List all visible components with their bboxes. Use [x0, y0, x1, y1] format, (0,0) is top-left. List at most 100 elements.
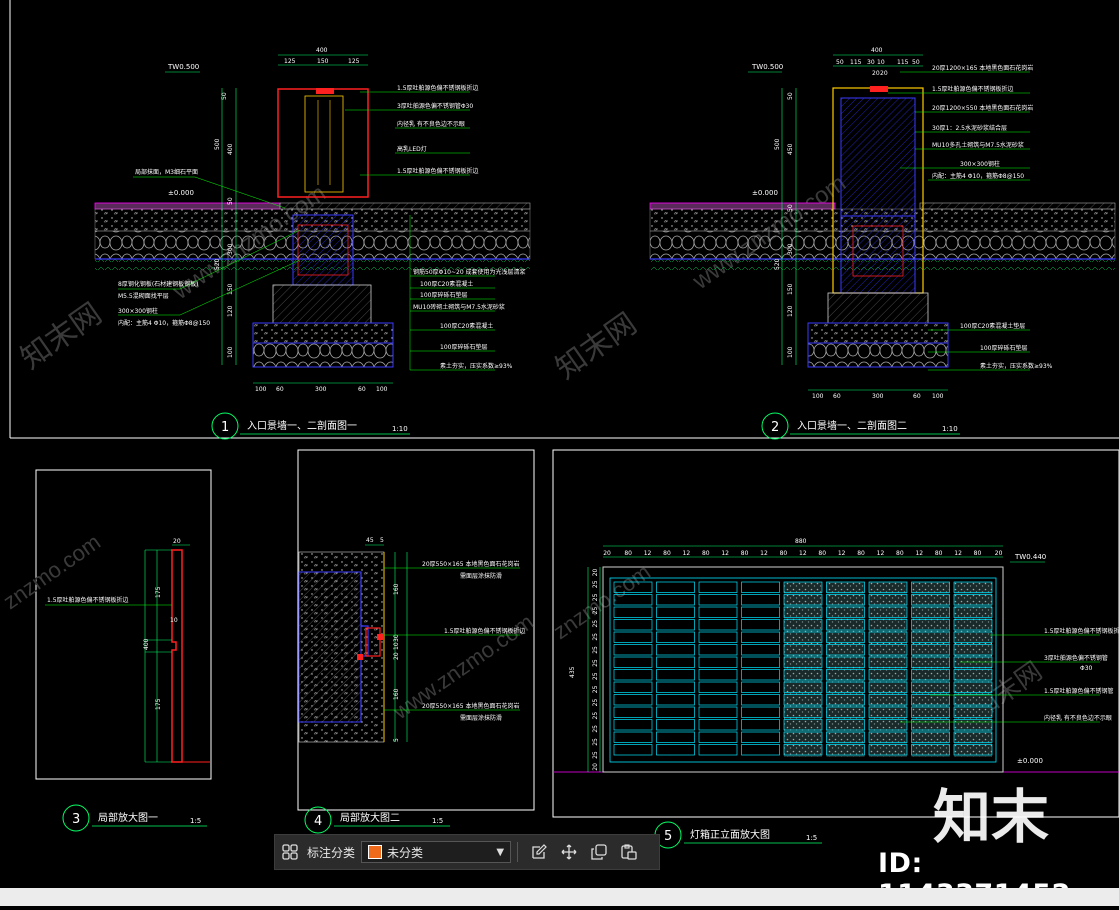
masonry-core [298, 571, 362, 723]
annotation-note: 20厚1200×550 本地黑色面石花岗岩 [932, 104, 1033, 112]
dim-label: 435 [569, 666, 576, 678]
dim-label: 12 [954, 550, 962, 557]
dim-label: 30 [393, 634, 400, 642]
drawing-number: 4 [314, 814, 322, 829]
steel-cap [870, 86, 888, 92]
dim-label: 12 [683, 550, 691, 557]
left-dimension-labels: 20 25 25 25 25 25 25 25 25 25 25 25 25 25 25 20 [592, 568, 599, 770]
annotation-note: 100厚C20素混凝土 [420, 280, 473, 288]
drawing-scale: 1:5 [806, 834, 817, 842]
light-box-slat [698, 619, 738, 631]
annotation-note: 20厚550×165 本地黑色面石花岗岩 [422, 560, 519, 568]
grid-icon[interactable] [275, 837, 305, 867]
footing-gravel [807, 342, 949, 368]
dim-label: 400 [316, 47, 328, 54]
dim-label: 20 [995, 550, 1003, 557]
ground-elevation-label: ±0.000 [168, 189, 194, 197]
annotation-note: 20厚550×165 本地黑色面石花岗岩 [422, 702, 519, 710]
ground-elevation-label: ±0.000 [752, 189, 778, 197]
light-box-slat [741, 644, 780, 656]
annotation-note: 100厚碎砾石垫层 [420, 291, 467, 299]
dim-label: 10 [170, 617, 178, 624]
light-box-slat [613, 706, 653, 718]
light-box-slat [698, 606, 738, 618]
dim-label: 20 [872, 70, 880, 77]
light-box-slat [613, 631, 653, 643]
dim-label: 50 [912, 59, 920, 66]
light-box-slat [741, 619, 780, 631]
dim-label: 20 [880, 70, 888, 77]
dim-label: 12 [915, 550, 923, 557]
annotation-note: 100厚碎砾石垫层 [980, 344, 1027, 352]
light-box-slat [656, 606, 695, 618]
light-box-slat [613, 731, 653, 743]
dim-label: 25 [592, 659, 599, 667]
light-box-slat [656, 581, 695, 593]
dim-label: 175 [155, 586, 162, 598]
watermark-cn: 知末网 [550, 307, 643, 386]
annotation-note: 1.5厚吐舶源色偏不锈钢板折边 [932, 85, 1014, 93]
annotation-note: 钢筋50厚Φ10~20 成套使用为光浅层清浆 [413, 268, 526, 276]
annotation-toolbar: 标注分类 未分类 ▼ [274, 834, 660, 870]
steel-cap [316, 88, 334, 94]
dim-label: 50 [787, 204, 794, 212]
dim-label: 25 [592, 712, 599, 720]
dim-label: 500 [214, 138, 221, 150]
footing-concrete [252, 322, 394, 344]
dim-label: 520 [774, 258, 781, 270]
section-drawing-1: TW0.500 ±0.000 400 125 150 125 50 400 50… [94, 47, 531, 440]
light-box-slat [656, 694, 695, 706]
masonry-core [840, 97, 916, 217]
light-box-slat [613, 644, 653, 656]
dim-label: 520 [214, 258, 221, 270]
annotation-note: 30厚1：2.5水泥砂浆结合层 [932, 124, 1007, 132]
annotation-note: 内配：主筋4 Φ10，箍筋Φ8@150 [932, 172, 1024, 180]
light-box-slat [741, 744, 780, 756]
frame-detail-3 [35, 469, 212, 780]
dim-label: 150 [787, 283, 794, 295]
light-box-slat [741, 694, 780, 706]
dim-label: 20 [592, 763, 599, 771]
dim-label: 115 [850, 59, 862, 66]
paste-icon[interactable] [614, 837, 644, 867]
footing-base [827, 292, 929, 324]
drawing-title: 局部放大图一 [98, 811, 158, 824]
light-box-slat [741, 719, 780, 731]
annotation-note: 内径乳 有不良色边不示眼 [397, 120, 465, 128]
dim-label: 50 [787, 92, 794, 100]
drawing-title: 局部放大图二 [340, 811, 400, 824]
dim-label: 80 [857, 550, 865, 557]
drawing-frames [9, 0, 1119, 818]
elevation-label: TW0.500 [751, 63, 783, 71]
drawing-number: 3 [72, 812, 80, 827]
drawing-title: 入口景墙一、二剖面图一 [247, 419, 357, 432]
wall-light-box [277, 88, 369, 198]
drawing-number: 5 [664, 829, 672, 844]
detail-drawing-3: 20 175 400 10 175 1.5厚吐舶源色偏不锈钢板折边 3 局部放大… [45, 538, 210, 832]
category-color-swatch [368, 845, 383, 859]
light-box-slat [698, 581, 738, 593]
dim-label: 25 [592, 725, 599, 733]
light-box-slat [741, 631, 780, 643]
annotation-note: 1.5厚吐舶源色偏不锈钢板折边 [1044, 627, 1119, 635]
light-box-slat [613, 619, 653, 631]
light-box-slat [698, 644, 738, 656]
annotation-note: 100厚C20素混凝土垫层 [960, 322, 1025, 330]
category-select[interactable]: 未分类 ▼ [361, 841, 512, 863]
copy-icon[interactable] [584, 837, 614, 867]
dim-label: 12 [877, 550, 885, 557]
elevation-label: TW0.500 [167, 63, 199, 71]
annotation-note: 高乳LED灯 [397, 145, 427, 153]
move-icon[interactable] [554, 837, 584, 867]
dim-label: 12 [799, 550, 807, 557]
dim-label: 80 [896, 550, 904, 557]
drawing-title: 灯箱正立面放大图 [690, 828, 770, 841]
drawing-scale: 1:5 [432, 817, 443, 825]
light-box-slat [656, 594, 695, 606]
dim-label: 125 [284, 58, 296, 65]
light-box-slat [656, 631, 695, 643]
drawing-title: 入口景墙一、二剖面图二 [797, 419, 907, 432]
edit-icon[interactable] [524, 837, 554, 867]
dim-label: 100 [376, 386, 388, 393]
annotation-note: Φ30 [1080, 665, 1093, 672]
